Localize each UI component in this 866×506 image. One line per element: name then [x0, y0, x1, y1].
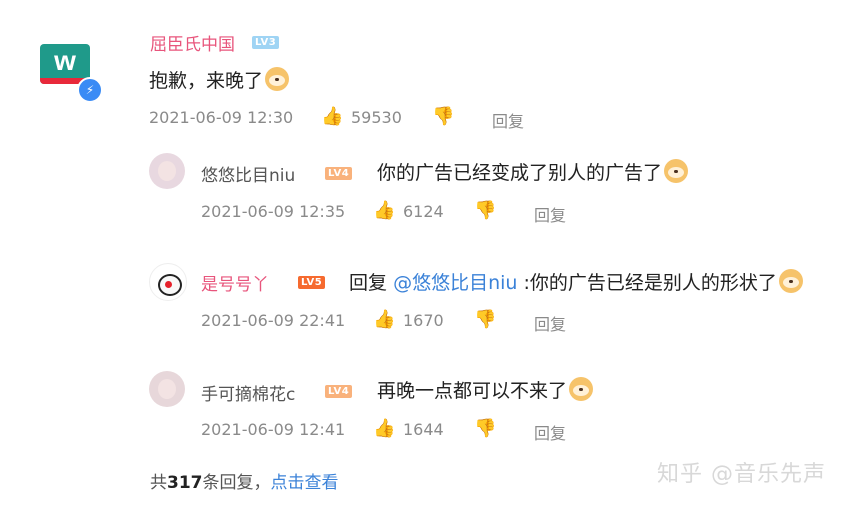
reply-body: 你的广告已经变成了别人的广告了 — [377, 162, 663, 184]
reply-avatar[interactable] — [149, 263, 187, 301]
view-replies-link[interactable]: 点击查看 — [271, 473, 339, 493]
logo-letter: w — [54, 45, 76, 76]
reply-text: 回复 @悠悠比目niu :你的广告已经是别人的形状了 — [349, 268, 803, 295]
watermark: 知乎 @音乐先声 — [657, 462, 826, 487]
level-badge: LV4 — [325, 167, 353, 180]
mention-link[interactable]: @悠悠比目niu — [393, 272, 517, 294]
doge-emoji-icon — [778, 269, 803, 293]
verified-icon: ⚡ — [77, 77, 103, 103]
dislike-icon[interactable]: 👎 — [432, 106, 454, 127]
doge-emoji-icon — [265, 67, 290, 91]
doge-emoji-icon — [664, 159, 689, 183]
avatar-face — [158, 379, 176, 399]
reply-button[interactable]: 回复 — [534, 202, 566, 226]
main-comment-text: 抱歉，来晚了 — [149, 66, 290, 93]
like-count: 1670 — [403, 311, 444, 330]
reply-author-name[interactable]: 悠悠比目niu — [201, 161, 295, 186]
reply-avatar[interactable] — [149, 153, 185, 189]
dislike-icon[interactable]: 👎 — [474, 309, 496, 330]
like-icon[interactable]: 👍 — [373, 309, 395, 330]
comment-body: 抱歉，来晚了 — [149, 70, 264, 92]
reply-button[interactable]: 回复 — [534, 311, 566, 335]
level-badge: LV4 — [325, 385, 353, 398]
reply-button[interactable]: 回复 — [492, 108, 524, 132]
reply-body: :你的广告已经是别人的形状了 — [523, 272, 777, 294]
reply-text: 再晚一点都可以不来了 — [377, 376, 594, 403]
reply-author-name[interactable]: 是号号丫 — [201, 270, 269, 295]
level-badge: LV5 — [298, 276, 326, 289]
reply-avatar[interactable] — [149, 371, 185, 407]
footer-prefix: 共 — [150, 473, 167, 493]
reply-author-name[interactable]: 手可摘棉花c — [201, 380, 295, 405]
like-icon[interactable]: 👍 — [373, 418, 395, 439]
reply-time: 2021-06-09 22:41 — [201, 311, 346, 330]
doge-emoji-icon — [569, 377, 594, 401]
reply-total: 317 — [167, 473, 203, 493]
dislike-icon[interactable]: 👎 — [474, 200, 496, 221]
avatar-face — [158, 161, 176, 181]
reply-text: 你的广告已经变成了别人的广告了 — [377, 158, 689, 185]
reply-body: 再晚一点都可以不来了 — [377, 380, 568, 402]
like-icon[interactable]: 👍 — [373, 200, 395, 221]
main-comment-time: 2021-06-09 12:30 — [149, 108, 294, 127]
footer-suffix: 条回复， — [202, 473, 271, 493]
main-author-name[interactable]: 屈臣氏中国 — [150, 30, 235, 55]
avatar-nose — [165, 281, 172, 288]
level-badge: LV3 — [252, 36, 280, 49]
reply-button[interactable]: 回复 — [534, 420, 566, 444]
like-count: 1644 — [403, 420, 444, 439]
like-count: 59530 — [351, 108, 402, 127]
reply-count-footer: 共317条回复，点击查看 — [150, 468, 339, 493]
like-icon[interactable]: 👍 — [321, 106, 343, 127]
like-count: 6124 — [403, 202, 444, 221]
reply-time: 2021-06-09 12:35 — [201, 202, 346, 221]
dislike-icon[interactable]: 👎 — [474, 418, 496, 439]
reply-prefix: 回复 — [349, 272, 388, 294]
reply-time: 2021-06-09 12:41 — [201, 420, 346, 439]
